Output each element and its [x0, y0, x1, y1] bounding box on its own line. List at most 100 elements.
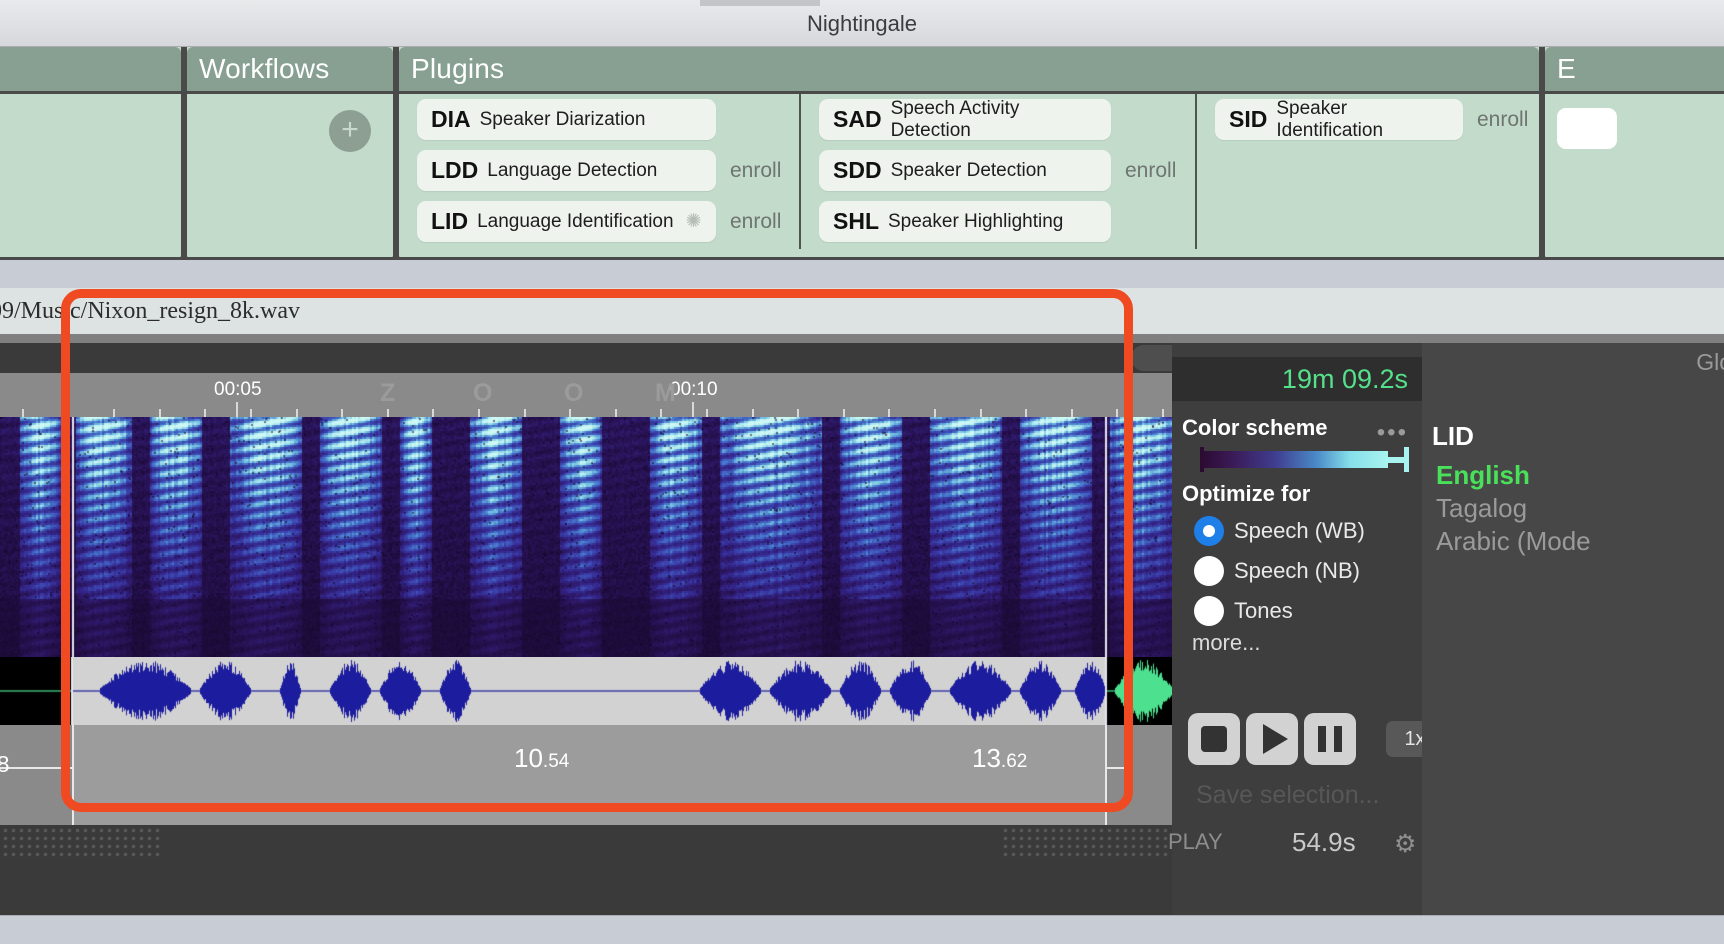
timeline-tick	[797, 409, 799, 417]
group-label-plugins: Plugins	[411, 53, 504, 85]
lid-language-tagalog[interactable]: Tagalog	[1436, 493, 1527, 524]
zoom-watermark-letter: Z	[380, 379, 395, 408]
lid-language-english[interactable]: English	[1436, 460, 1530, 491]
group-header-live: LIVE	[0, 47, 181, 94]
plugin-column-1: DIA Speaker Diarization LDD Language Det…	[407, 94, 797, 249]
texture-strip	[0, 825, 1172, 861]
spectrogram-canvas[interactable]	[0, 417, 1172, 657]
zoom-watermark-letter: O	[564, 379, 583, 408]
add-workflow-button[interactable]: +	[329, 110, 371, 152]
path-strip	[0, 260, 1724, 288]
global-label: Glo	[1696, 349, 1724, 376]
timeline-tick	[524, 409, 526, 417]
plugin-chip-dia[interactable]: DIA Speaker Diarization	[417, 99, 716, 140]
file-path-bar[interactable]: 09/Music/Nixon_resign_8k.wav	[0, 288, 1724, 334]
group-header-workflows: Workflows	[187, 47, 393, 94]
timeline-tick	[68, 409, 70, 417]
timeline-major-tick	[692, 402, 694, 417]
play-icon	[1263, 724, 1288, 754]
plugin-chip-lid[interactable]: LID Language Identification ✺	[417, 201, 716, 242]
enroll-link-lid[interactable]: enroll	[730, 210, 781, 234]
timeline-wrapper: 00:0500:10ZOOM	[0, 373, 1172, 417]
timeline-tick	[341, 409, 343, 417]
plugin-row: LDD Language Detection enroll	[407, 145, 797, 196]
waveform-canvas[interactable]	[0, 657, 1172, 725]
radio-label-speech-wb: Speech (WB)	[1234, 518, 1365, 544]
play-button[interactable]	[1246, 713, 1298, 765]
plugin-chip-sid[interactable]: SID Speaker Identification	[1215, 99, 1463, 140]
timeline-tick	[569, 409, 571, 417]
plugin-chip-ldd[interactable]: LDD Language Detection	[417, 150, 716, 191]
window-bottom-bar	[0, 915, 1724, 944]
timeline-tick	[980, 409, 982, 417]
color-scheme-label: Color scheme	[1182, 415, 1328, 441]
stop-button[interactable]	[1188, 713, 1240, 765]
plugin-toolbar: LIVE Server status: ✓Connected Load 0% W…	[0, 47, 1724, 260]
radio-label-tones: Tones	[1234, 598, 1293, 624]
timeline-tick	[250, 409, 252, 417]
radio-speech-wb[interactable]	[1194, 516, 1224, 546]
plugin-abbr: LID	[431, 208, 468, 235]
playback-mode-label: PLAY	[1168, 829, 1223, 855]
gear-icon[interactable]: ✺	[686, 210, 702, 233]
timeline-label: 00:10	[670, 379, 718, 401]
timeline-ruler[interactable]: 00:0500:10ZOOM	[0, 373, 1172, 417]
radio-speech-nb[interactable]	[1194, 556, 1224, 586]
selection-bar[interactable]: 08 10.54 13.62	[0, 725, 1172, 825]
plugin-abbr: SDD	[833, 157, 882, 184]
zoom-watermark-letter: O	[473, 379, 492, 408]
group-label-workflows: Workflows	[199, 53, 329, 85]
timeline-tick	[660, 409, 662, 417]
horizontal-scroll-area[interactable]	[0, 343, 1172, 373]
pause-icon-right	[1334, 726, 1342, 752]
selection-region[interactable]: 10.54 13.62	[72, 725, 1107, 825]
lid-language-arabic[interactable]: Arabic (Mode	[1436, 526, 1591, 557]
plugin-chip-partial[interactable]	[1557, 108, 1617, 149]
settings-gear-icon[interactable]: ⚙	[1394, 829, 1416, 859]
plugin-name: Language Detection	[487, 160, 657, 182]
plugin-abbr: DIA	[431, 106, 471, 133]
selection-left-label: 08	[0, 751, 10, 778]
timeline-tick	[706, 409, 708, 417]
plugin-name: Language Identification	[477, 211, 674, 233]
group-body-plugins: DIA Speaker Diarization LDD Language Det…	[399, 94, 1539, 257]
plugin-abbr: SHL	[833, 208, 879, 235]
control-panel: 19m 09.2s Color scheme ••• Optimize for …	[1172, 343, 1422, 915]
plugin-name: Speaker Identification	[1276, 98, 1450, 142]
timeline-tick	[1071, 409, 1073, 417]
plugin-chip-sad[interactable]: SAD Speech Activity Detection	[819, 99, 1111, 140]
plugin-chip-shl[interactable]: SHL Speaker Highlighting	[819, 201, 1111, 242]
enroll-link-sid[interactable]: enroll	[1477, 108, 1528, 132]
file-path-text: 09/Music/Nixon_resign_8k.wav	[0, 298, 300, 325]
toolbar-group-workflows: Workflows +	[184, 47, 396, 260]
lid-results-panel: Glo LID English Tagalog Arabic (Mode	[1422, 343, 1724, 915]
color-slider-right-cap[interactable]	[1404, 447, 1409, 472]
radio-tones[interactable]	[1194, 596, 1224, 626]
timeline-tick	[1162, 409, 1164, 417]
color-scheme-slider[interactable]	[1190, 447, 1410, 471]
plugin-row: LID Language Identification ✺ enroll	[407, 196, 797, 247]
plugin-chip-sdd[interactable]: SDD Speaker Detection	[819, 150, 1111, 191]
stop-icon	[1201, 726, 1227, 752]
plugin-row: SID Speaker Identification enroll	[1197, 94, 1539, 145]
plugin-row: DIA Speaker Diarization	[407, 94, 797, 145]
plugin-name: Speaker Detection	[891, 160, 1047, 182]
color-scheme-menu-button[interactable]: •••	[1377, 419, 1408, 447]
enroll-link-sdd[interactable]: enroll	[1125, 159, 1176, 183]
more-options-link[interactable]: more...	[1192, 630, 1260, 656]
plugin-abbr: SAD	[833, 106, 882, 133]
timeline-tick	[432, 409, 434, 417]
timeline-tick	[1116, 409, 1118, 417]
enroll-link-ldd[interactable]: enroll	[730, 159, 781, 183]
save-selection-button[interactable]: Save selection...	[1196, 781, 1379, 810]
pause-button[interactable]	[1304, 713, 1356, 765]
plugin-column-3: SID Speaker Identification enroll	[1195, 94, 1539, 249]
elapsed-time-box: 19m 09.2s	[1172, 357, 1422, 401]
path-divider	[0, 334, 1724, 343]
timeline-tick	[752, 409, 754, 417]
window-title-bar: Nightingale	[0, 0, 1724, 47]
timeline-label: 00:05	[214, 379, 262, 401]
timeline-tick	[159, 409, 161, 417]
plugin-name: Speech Activity Detection	[891, 98, 1098, 142]
plugin-row: SDD Speaker Detection enroll	[801, 145, 1195, 196]
